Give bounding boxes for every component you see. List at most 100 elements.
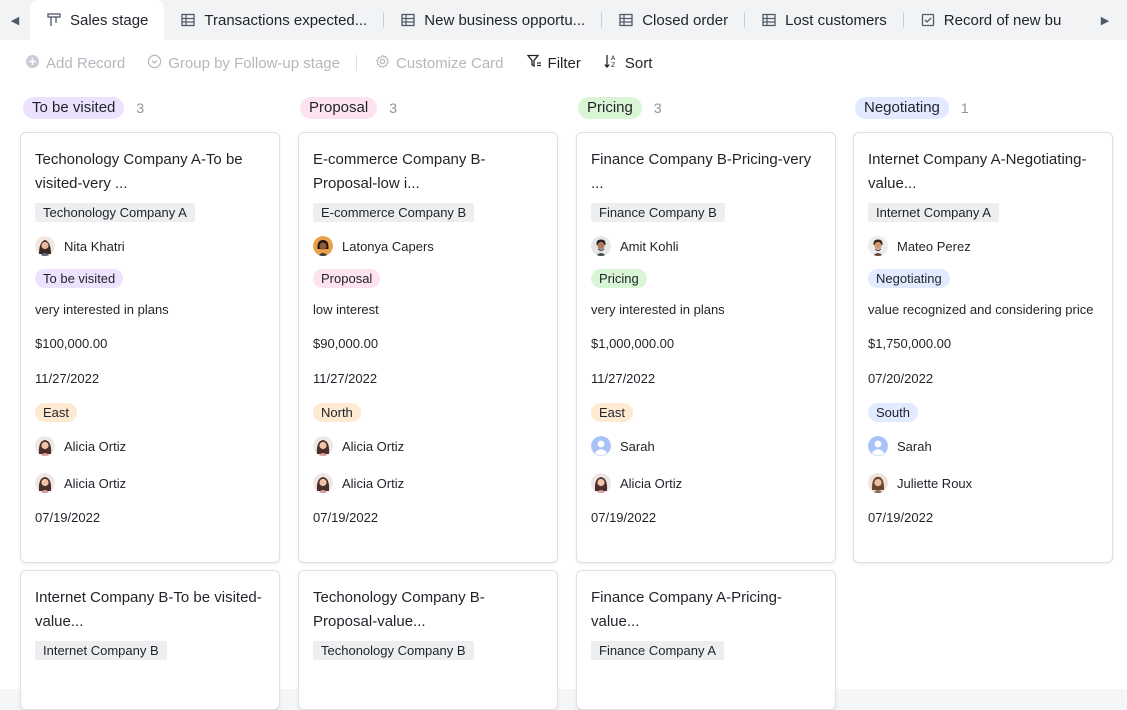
column-title: To be visited: [23, 97, 125, 119]
add-record-label: Add Record: [46, 54, 126, 72]
column-count: 3: [136, 100, 145, 116]
amount-text: $90,000.00: [313, 336, 379, 351]
tab-new-business[interactable]: New business opportu...: [384, 0, 601, 40]
kanban-icon: [46, 12, 62, 28]
column-pricing: Pricing 3: [576, 86, 836, 130]
tab-label: Lost customers: [785, 11, 887, 29]
card-title: Finance Company A-Pricing-value...: [591, 589, 782, 630]
company-tag: Finance Company A: [591, 641, 725, 660]
scroll-right-icon[interactable]: ▶: [1083, 0, 1127, 40]
avatar-icon: [868, 473, 888, 493]
record-card[interactable]: Finance Company B-Pricing-very ... Finan…: [576, 132, 836, 563]
contact-name: Mateo Perez: [897, 238, 971, 254]
tab-label: Closed order: [642, 11, 729, 29]
record-card[interactable]: Techonology Company B-Proposal-value... …: [298, 570, 558, 710]
region-tag: South: [868, 403, 918, 422]
group-circle-icon: [147, 54, 162, 73]
contact-name: Amit Kohli: [620, 238, 679, 254]
region-tag: North: [313, 403, 361, 422]
tab-lost-customers[interactable]: Lost customers: [745, 0, 903, 40]
customize-card-label: Customize Card: [395, 54, 504, 72]
avatar-icon: [591, 236, 611, 256]
interest-text: low interest: [313, 302, 379, 317]
column-header: To be visited 3: [21, 86, 281, 130]
tab-transactions-expected[interactable]: Transactions expected...: [164, 0, 383, 40]
kanban-board: To be visited 3 Proposal 3 Pricing 3 Neg…: [0, 86, 1127, 710]
contact-row: Nita Khatri: [35, 236, 265, 256]
plus-circle-icon: [25, 54, 40, 73]
sort-label: Sort: [624, 54, 653, 72]
contact-row: Mateo Perez: [868, 236, 1098, 256]
date-text: 11/27/2022: [35, 371, 100, 386]
grid-icon: [761, 12, 777, 28]
column-title: Pricing: [578, 97, 642, 119]
region-tag: East: [591, 403, 634, 422]
grid-icon: [180, 12, 196, 28]
stage-tag: Proposal: [313, 269, 381, 288]
column-header: Negotiating 1: [853, 86, 1113, 130]
date-text: 07/19/2022: [35, 510, 101, 525]
record-card[interactable]: Internet Company B-To be visited-value..…: [20, 570, 280, 710]
column-header: Pricing 3: [576, 86, 836, 130]
date-text: 11/27/2022: [313, 371, 378, 386]
filter-label: Filter: [547, 54, 581, 72]
column-count: 3: [653, 100, 662, 116]
record-card[interactable]: E-commerce Company B-Proposal-low i... E…: [298, 132, 558, 563]
filter-button[interactable]: Filter: [526, 53, 581, 73]
column-to-be-visited: To be visited 3: [21, 86, 281, 130]
owner-name: Alicia Ortiz: [342, 438, 405, 454]
company-tag: Techonology Company A: [35, 203, 195, 222]
view-tabs-bar: ◀ Sales stage Transactions expected... N…: [0, 0, 1127, 40]
sort-icon: AZ: [603, 53, 619, 73]
avatar-icon: [35, 436, 55, 456]
card-title: Internet Company B-To be visited-value..…: [35, 589, 262, 630]
tab-closed-order[interactable]: Closed order: [602, 0, 744, 40]
column-title: Proposal: [300, 97, 378, 119]
add-record-button[interactable]: Add Record: [25, 54, 125, 73]
group-by-label: Group by Follow-up stage: [168, 54, 340, 72]
default-avatar-icon: [868, 436, 888, 456]
card-title: Internet Company A-Negotiating-value...: [868, 151, 1087, 192]
date-text: 11/27/2022: [591, 371, 656, 386]
date-text: 07/19/2022: [313, 510, 379, 525]
owner-row: Sarah: [868, 436, 1098, 456]
card-title: Techonology Company A-To be visited-very…: [35, 151, 243, 192]
owner-name: Sarah: [620, 438, 655, 454]
contact-row: Latonya Capers: [313, 236, 543, 256]
sort-button[interactable]: AZ Sort: [603, 53, 653, 73]
owner-row: Alicia Ortiz: [591, 473, 821, 493]
region-tag: East: [35, 403, 78, 422]
default-avatar-icon: [591, 436, 611, 456]
column-title: Negotiating: [855, 97, 949, 119]
amount-text: $100,000.00: [35, 336, 108, 351]
date-text: 07/19/2022: [591, 510, 657, 525]
avatar-icon: [313, 236, 333, 256]
group-by-button[interactable]: Group by Follow-up stage: [147, 54, 340, 73]
column-proposal: Proposal 3: [298, 86, 558, 130]
date-text: 07/19/2022: [868, 510, 934, 525]
tab-record-new-business[interactable]: Record of new bu: [904, 0, 1078, 40]
owner-name: Alicia Ortiz: [342, 475, 405, 491]
amount-text: $1,750,000.00: [868, 336, 952, 351]
owner-name: Alicia Ortiz: [64, 438, 127, 454]
gear-icon: [375, 54, 390, 73]
card-title: E-commerce Company B-Proposal-low i...: [313, 151, 486, 192]
avatar-icon: [35, 473, 55, 493]
owner-row: Alicia Ortiz: [35, 473, 265, 493]
avatar-icon: [868, 236, 888, 256]
customize-card-button[interactable]: Customize Card: [375, 54, 504, 73]
contact-row: Amit Kohli: [591, 236, 821, 256]
company-tag: E-commerce Company B: [313, 203, 475, 222]
company-tag: Finance Company B: [591, 203, 725, 222]
avatar-icon: [313, 436, 333, 456]
scroll-left-icon[interactable]: ◀: [0, 0, 30, 40]
record-card[interactable]: Finance Company A-Pricing-value... Finan…: [576, 570, 836, 710]
owner-row: Alicia Ortiz: [313, 473, 543, 493]
svg-text:A: A: [611, 55, 616, 62]
record-card[interactable]: Internet Company A-Negotiating-value... …: [853, 132, 1113, 563]
column-count: 1: [960, 100, 969, 116]
filter-icon: [526, 53, 542, 73]
tab-sales-stage[interactable]: Sales stage: [30, 0, 165, 40]
record-card[interactable]: Techonology Company A-To be visited-very…: [20, 132, 280, 563]
tab-label: Sales stage: [70, 11, 149, 29]
